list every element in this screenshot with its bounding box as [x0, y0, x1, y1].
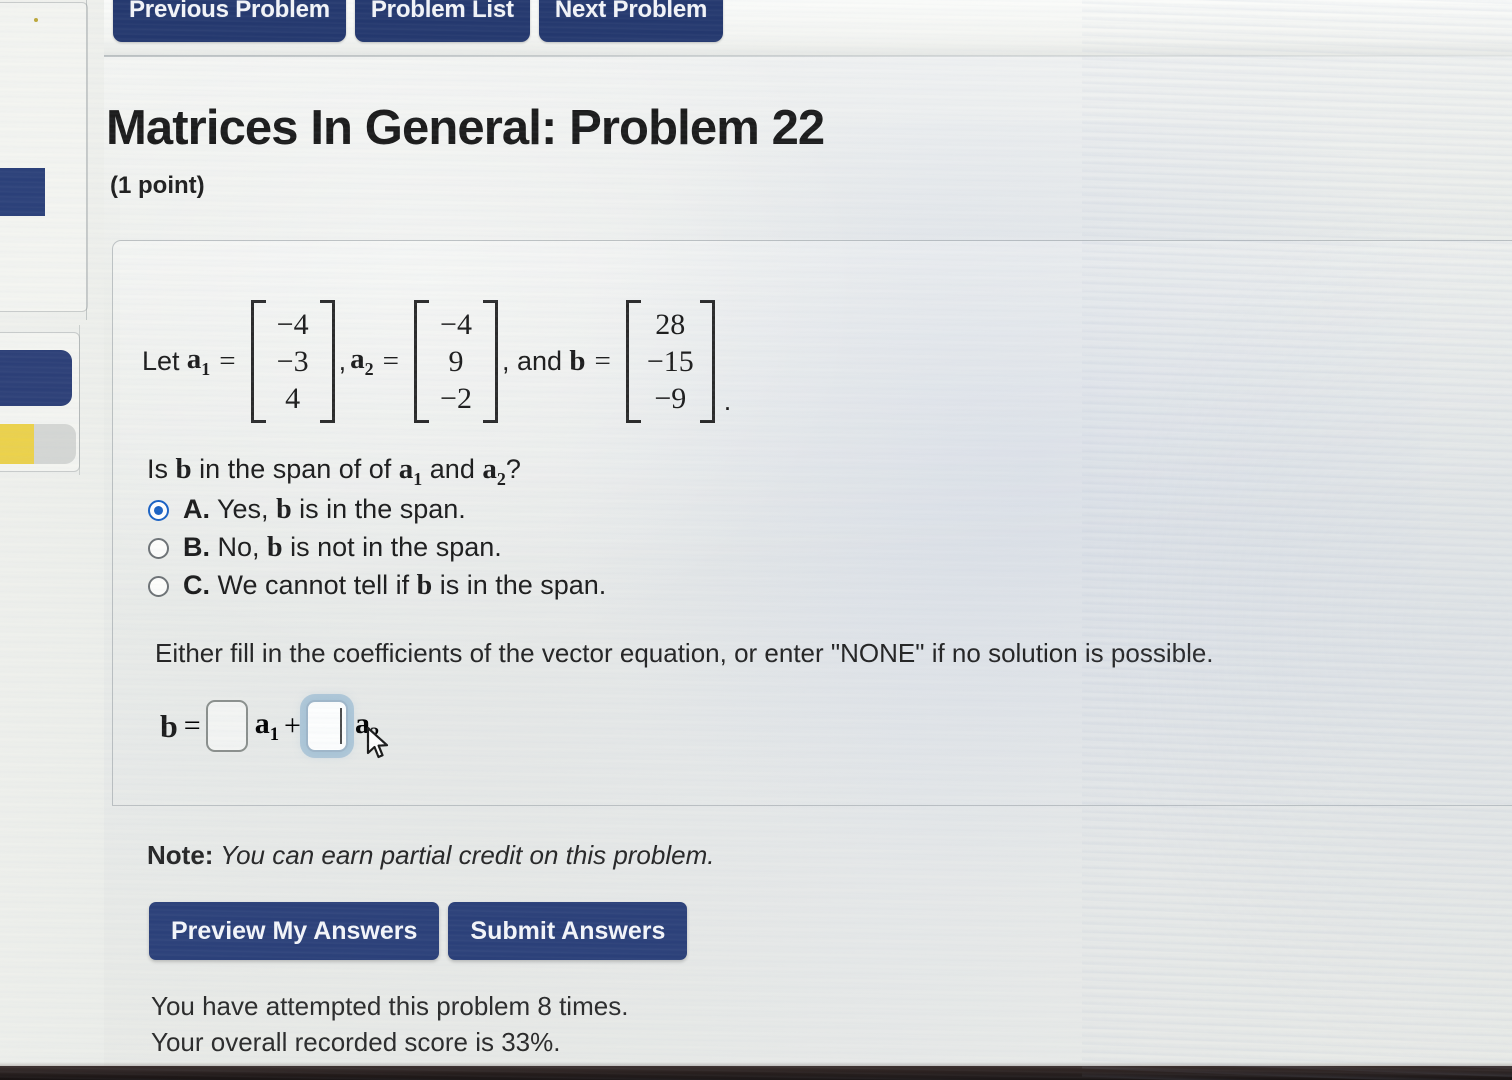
next-problem-button[interactable]: Next Problem	[538, 0, 724, 42]
choice-a-var: b	[276, 494, 292, 525]
question-part-3: and	[422, 454, 483, 484]
problem-navigation-group: Previous Problem Problem List Next Probl…	[113, 0, 724, 42]
and-word: , and	[502, 346, 563, 376]
coefficient-1-input[interactable]	[205, 700, 248, 752]
vector-b-entry-0: 28	[655, 308, 686, 341]
vector-b-entries: 28 −15 −9	[641, 300, 700, 423]
answer-equals-sign: =	[183, 709, 201, 742]
text-caret	[340, 708, 342, 744]
question-var-a1: a1	[398, 453, 423, 489]
sidebar-card-top	[0, 2, 88, 312]
bracket-left-b	[625, 300, 641, 423]
choice-c-text-before: We cannot tell if	[210, 570, 417, 600]
vector-a2: −4 9 −2	[414, 300, 498, 423]
let-word: Let	[142, 346, 180, 376]
sidebar-blue-block[interactable]	[0, 168, 45, 216]
top-navigation-divider	[104, 55, 1512, 57]
choice-letter-a: A.	[183, 494, 210, 524]
equals-sign-a2: =	[382, 345, 399, 377]
bracket-left-a1	[250, 300, 266, 423]
note-body: You can earn partial credit on this prob…	[213, 840, 715, 870]
vector-a2-entry-1: 9	[448, 345, 464, 378]
sidebar-edge-line-bottom	[79, 325, 80, 475]
vector-b-symbol: b	[562, 345, 586, 377]
bracket-right-a1	[319, 300, 335, 423]
question-prompt: Is b in the span of of a1 and a2?	[147, 453, 521, 490]
equals-sign-a1: =	[219, 345, 236, 377]
vector-b-entry-1: −15	[646, 345, 694, 378]
question-part-1: Is	[147, 454, 176, 484]
bracket-right-b	[699, 300, 715, 423]
vector-a2-entry-0: −4	[440, 308, 472, 341]
sidebar-blue-button[interactable]	[0, 350, 72, 406]
bracket-right-a2	[483, 300, 498, 423]
question-var-a2: a2	[482, 453, 506, 489]
choice-b-var: b	[267, 532, 283, 563]
page-title: Matrices In General: Problem 22	[106, 101, 825, 155]
vector-a2-entry-2: −2	[440, 382, 472, 415]
vector-b: 28 −15 −9	[625, 300, 715, 423]
answer-b-symbol: b	[160, 707, 178, 744]
choice-row-c[interactable]: C. We cannot tell if b is in the span.	[148, 567, 606, 605]
vector-definition-line: Let a1 = −4 −3 4 , a2 = −4 9 −2 , and b …	[142, 300, 731, 423]
form-action-buttons: Preview My Answers Submit Answers	[149, 902, 688, 960]
period-after-b: .	[723, 386, 732, 416]
bracket-left-a2	[414, 300, 429, 423]
answer-a1-symbol: a1	[254, 706, 280, 745]
vector-b-entry-2: −9	[654, 382, 687, 415]
choice-label-b: B. No, b is not in the span.	[183, 532, 502, 564]
equals-sign-b: =	[594, 345, 611, 377]
partial-credit-note: Note: You can earn partial credit on thi…	[147, 840, 714, 871]
choice-row-a[interactable]: A. Yes, b is in the span.	[148, 491, 606, 529]
choice-letter-c: C.	[183, 570, 210, 600]
answer-a2-symbol: a2	[354, 706, 380, 745]
preview-my-answers-button[interactable]: Preview My Answers	[149, 902, 440, 960]
choice-row-b[interactable]: B. No, b is not in the span.	[148, 529, 606, 567]
choice-a-text-before: Yes,	[210, 494, 277, 524]
radio-choice-c[interactable]	[148, 575, 169, 597]
bottom-dark-bar	[0, 1066, 1512, 1080]
note-label: Note:	[147, 840, 214, 870]
vector-a1-entry-2: 4	[285, 382, 301, 415]
sidebar-progress-marker	[34, 18, 38, 22]
choice-b-text-before: No,	[210, 532, 268, 562]
attempts-count-text: You have attempted this problem 8 times.	[151, 991, 629, 1021]
submit-answers-button[interactable]: Submit Answers	[448, 902, 688, 960]
sidebar-edge-line-top	[86, 0, 87, 320]
vector-a1-symbol: a1	[179, 343, 211, 379]
radio-choice-a[interactable]	[148, 499, 169, 521]
choice-b-text-after: is not in the span.	[282, 532, 502, 562]
choice-label-a: A. Yes, b is in the span.	[183, 494, 466, 526]
choice-label-c: C. We cannot tell if b is in the span.	[183, 570, 606, 602]
question-part-2: in the span of of	[191, 454, 399, 484]
vector-a1-entry-0: −4	[276, 308, 309, 341]
answer-choice-group: A. Yes, b is in the span. B. No, b is no…	[148, 491, 606, 605]
answer-plus-sign: +	[284, 709, 301, 742]
radio-choice-b[interactable]	[148, 537, 169, 559]
comma-after-a1: ,	[338, 346, 347, 376]
choice-a-text-after: is in the span.	[291, 494, 466, 524]
vector-a1-entry-1: −3	[276, 345, 309, 378]
choice-letter-b: B.	[183, 532, 210, 562]
problem-list-button[interactable]: Problem List	[354, 0, 530, 42]
sidebar-progress-bar	[0, 424, 76, 464]
point-value: (1 point)	[110, 172, 205, 199]
recorded-score-text: Your overall recorded score is 33%.	[151, 1027, 561, 1057]
coefficient-instruction: Either fill in the coefficients of the v…	[155, 638, 1214, 668]
question-var-b: b	[175, 453, 192, 485]
sidebar-progress-fill	[0, 424, 34, 464]
question-part-4: ?	[505, 454, 521, 484]
vector-a2-symbol: a2	[350, 343, 374, 379]
previous-problem-button[interactable]: Previous Problem	[113, 0, 346, 42]
choice-c-text-after: is in the span.	[432, 570, 607, 600]
left-sidebar-strip	[0, 0, 104, 1080]
vector-a1: −4 −3 4	[250, 300, 335, 423]
vector-a2-entries: −4 9 −2	[429, 300, 483, 423]
choice-c-var: b	[416, 570, 433, 601]
answer-equation-row: b = a1 + a2	[160, 700, 381, 752]
vector-a1-entries: −4 −3 4	[266, 300, 320, 423]
